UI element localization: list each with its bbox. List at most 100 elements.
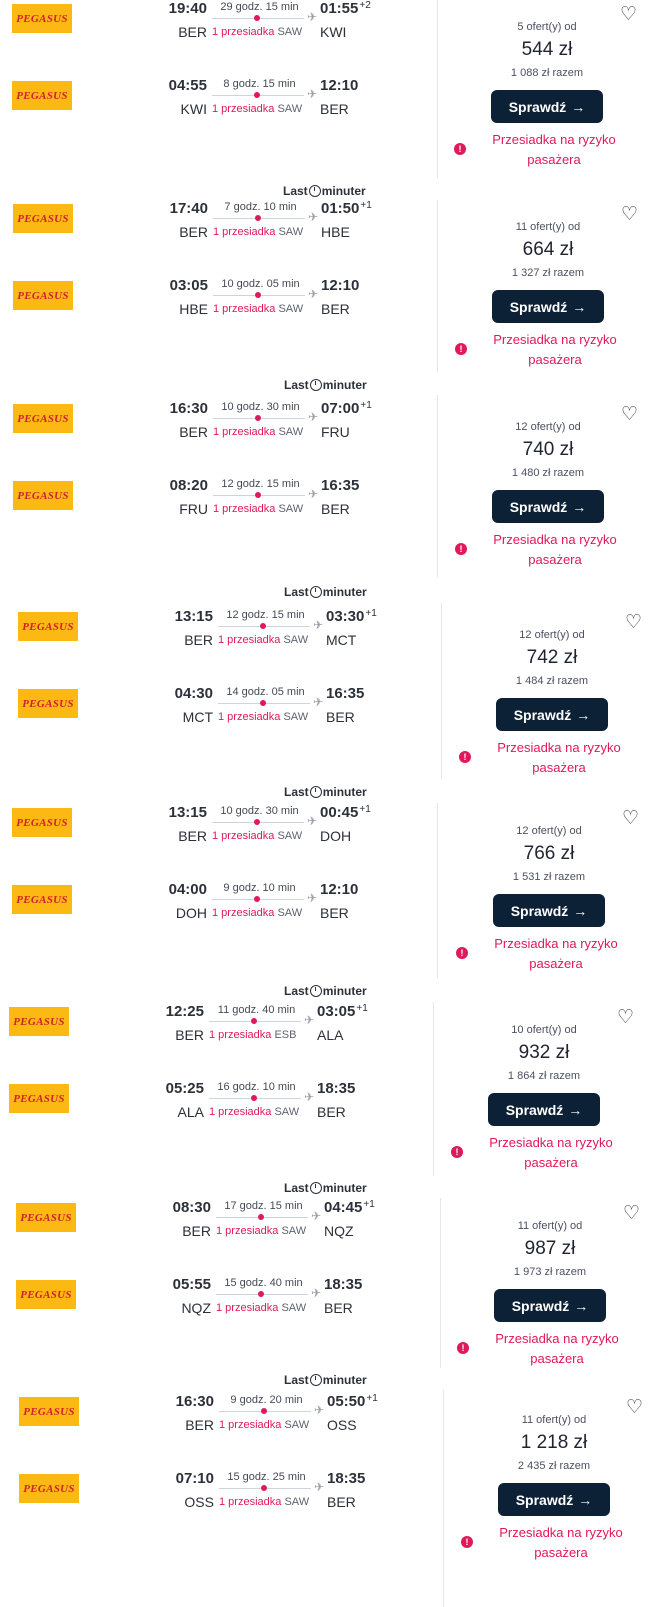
stops-info: 1 przesiadka SAW [219,1418,339,1432]
arrival-time: 07:00+1 [321,400,381,418]
stops-count: 1 przesiadka [213,426,276,438]
check-button[interactable]: Sprawdź → [491,90,603,123]
airline-logo: PEGASUS [13,281,73,310]
flight-duration: 8 godz. 15 min [223,78,296,90]
departure-airport: BER [178,24,207,40]
heart-outline-icon[interactable]: ♡ [622,809,639,829]
check-button[interactable]: Sprawdź → [498,1483,610,1516]
check-button-label: Sprawdź [513,706,572,723]
total-price: 1 973 zł razem [513,1266,587,1278]
exclamation-circle-icon: ! [459,751,471,763]
departure-airport: NQZ [181,1300,211,1316]
arrival-time: 12:10 [320,881,380,899]
heart-outline-icon[interactable]: ♡ [620,5,637,25]
airline-logo: PEGASUS [12,885,72,914]
check-button[interactable]: Sprawdź → [492,490,604,523]
heart-outline-icon[interactable]: ♡ [617,1008,634,1028]
departure-airport: MCT [182,709,213,725]
partner-logo: Last minuter [284,378,367,392]
price-box: 11 ofert(y) od 987 zł 1 973 zł razem Sprawd… [485,1219,615,1322]
stops-info: 1 przesiadka SAW [212,102,332,116]
results-list: PEGASUS 19:40 BER 01:55+2 KWI 29 godz. 15 min… [0,0,666,1607]
card-divider [437,200,438,372]
departure-time: 04:30 [174,685,213,702]
departure-time: 13:15 [174,608,213,625]
offers-count: 12 ofert(y) od [515,421,581,433]
flight-duration: 10 godz. 30 min [220,805,299,817]
flight-duration: 11 godz. 40 min [217,1004,296,1016]
offers-count: 10 ofert(y) od [511,1024,577,1036]
departure-airport: DOH [175,905,207,921]
arrival-time-value: 03:30 [326,608,365,625]
check-button[interactable]: Sprawdź → [496,698,608,731]
arrival-day-offset: +1 [366,1393,378,1404]
airline-logo-text: PEGASUS [17,489,69,502]
departure-time: 04:55 [168,77,207,94]
arrival-day-offset: +1 [363,1199,375,1210]
stops-info: 1 przesiadka SAW [212,906,332,920]
heart-outline-icon[interactable]: ♡ [623,1204,640,1224]
arrival-day-offset: +1 [360,400,372,411]
arrival-time-value: 00:45 [320,804,359,821]
card-divider [441,603,442,779]
check-button[interactable]: Sprawdź → [494,1289,606,1322]
stopover-dot [260,623,266,629]
arrival-time-value: 03:05 [317,1003,356,1020]
stopover-dot [258,1291,264,1297]
check-button[interactable]: Sprawdź → [493,894,605,927]
route-line [213,492,305,498]
heart-outline-icon[interactable]: ♡ [626,1398,643,1418]
heart-outline-icon[interactable]: ♡ [621,405,638,425]
heart-outline-icon[interactable]: ♡ [621,205,638,225]
inbound-flight-row: PEGASUS 04:00 DOH 12:10 BER 9 godz. 10 min ✈ 1 … [12,881,452,943]
partner-name-part: minuter [321,184,366,198]
total-price: 1 531 zł razem [512,871,586,883]
price: 544 zł [521,39,573,60]
flight-duration: 9 godz. 20 min [230,1394,303,1406]
flight-duration: 10 godz. 30 min [221,401,300,413]
stops-info: 1 przesiadka SAW [212,829,332,843]
route-line [213,215,305,221]
plane-icon: ✈ [308,210,319,224]
airline-logo: PEGASUS [9,1084,69,1113]
route-line [212,15,304,21]
arrival-time: 03:30+1 [326,608,386,626]
airline-logo: PEGASUS [16,1280,76,1309]
stops-count: 1 przesiadka [212,103,275,115]
flight-duration: 29 godz. 15 min [220,1,299,13]
stopover-airport: SAW [281,1225,307,1237]
check-button[interactable]: Sprawdź → [488,1093,600,1126]
plane-icon: ✈ [304,1090,315,1104]
total-price: 1 088 zł razem [510,67,584,79]
arrival-time-value: 18:35 [324,1276,363,1293]
exclamation-circle-icon: ! [454,143,466,155]
arrival-time: 00:45+1 [320,804,380,822]
offers-count: 5 ofert(y) od [517,21,577,33]
route-line [212,92,304,98]
stopover-dot [258,1214,264,1220]
arrival-time-value: 07:00 [321,400,360,417]
check-button[interactable]: Sprawdź → [492,290,604,323]
airline-logo: PEGASUS [9,1007,69,1036]
price: 932 zł [518,1042,570,1063]
check-button-label: Sprawdź [511,1297,570,1314]
partner-name-part: Last [284,585,309,599]
partner-logo: Last minuter [283,184,366,198]
airline-logo-text: PEGASUS [20,1211,72,1224]
airline-logo-text: PEGASUS [20,1288,72,1301]
stopover-dot [254,819,260,825]
arrival-time: 18:35 [324,1276,384,1294]
airline-logo-text: PEGASUS [17,412,69,425]
check-button-label: Sprawdź [515,1491,574,1508]
route-line [212,819,304,825]
route-line [218,700,310,706]
heart-outline-icon[interactable]: ♡ [625,613,642,633]
partner-name-part: Last [284,1373,309,1387]
partner-name-part: minuter [322,1373,367,1387]
stopover-dot [261,1408,267,1414]
card-divider [443,1390,444,1607]
departure-time: 13:15 [168,804,207,821]
airline-logo-text: PEGASUS [13,1092,65,1105]
arrival-time-value: 12:10 [321,277,360,294]
price: 987 zł [524,1238,576,1259]
